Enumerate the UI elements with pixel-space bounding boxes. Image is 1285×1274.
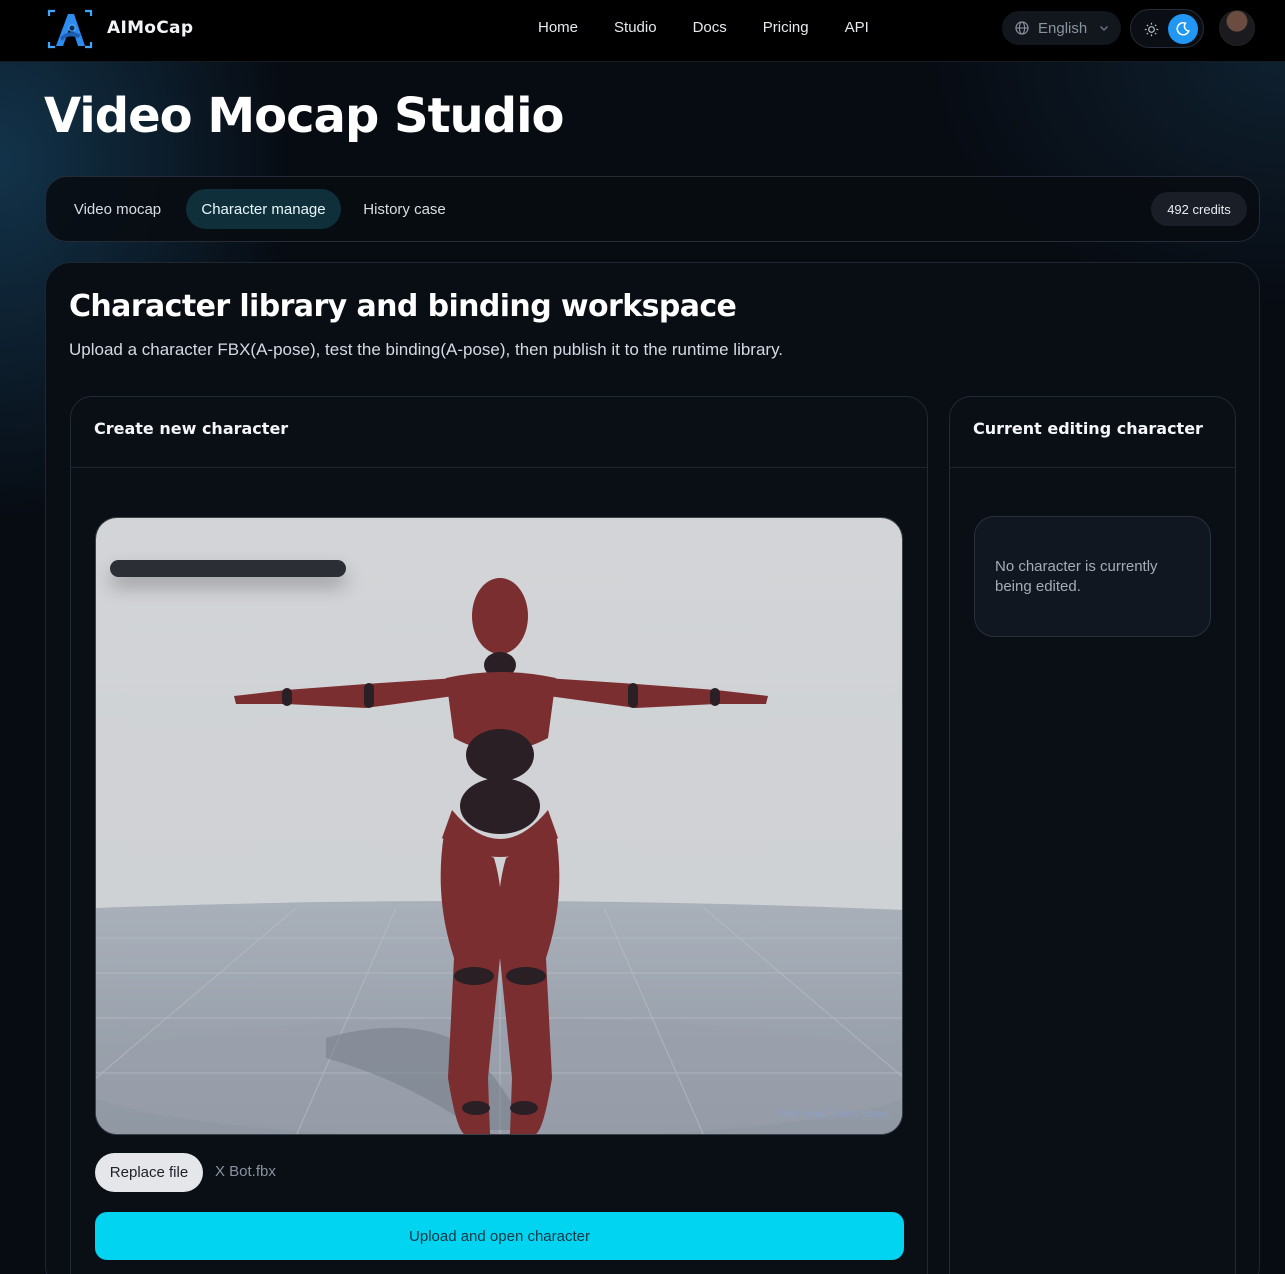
editing-card-title: Current editing character bbox=[973, 419, 1203, 438]
credits-badge: 492 credits bbox=[1151, 192, 1247, 226]
tab-history-case[interactable]: History case bbox=[352, 189, 457, 229]
user-avatar[interactable] bbox=[1219, 10, 1255, 46]
page-title: Video Mocap Studio bbox=[44, 88, 564, 144]
card-header: Create new character bbox=[71, 397, 927, 468]
main-nav: Home Studio Docs Pricing API bbox=[538, 19, 869, 36]
tab-video-mocap[interactable]: Video mocap bbox=[60, 189, 175, 229]
logo-icon[interactable] bbox=[45, 8, 95, 50]
empty-state-message: No character is currently being edited. bbox=[974, 516, 1211, 637]
nav-link-home[interactable]: Home bbox=[538, 19, 578, 36]
selected-file-name: X Bot.fbx bbox=[215, 1163, 276, 1180]
viewer-controls-hint: Orbit: drag / Zoom: wheel bbox=[776, 1109, 889, 1120]
globe-icon bbox=[1015, 21, 1029, 35]
tab-character-manage[interactable]: Character manage bbox=[186, 189, 341, 229]
theme-toggle[interactable] bbox=[1130, 9, 1204, 48]
upload-open-character-button[interactable]: Upload and open character bbox=[95, 1212, 904, 1260]
card-header: Current editing character bbox=[950, 397, 1235, 468]
loading-bar bbox=[110, 560, 346, 577]
brand-name[interactable]: AIMoCap bbox=[107, 18, 193, 38]
viewer-scene[interactable] bbox=[96, 518, 903, 1135]
language-selector[interactable]: English bbox=[1002, 11, 1121, 45]
top-navbar: AIMoCap Home Studio Docs Pricing API Eng… bbox=[0, 0, 1285, 62]
character-3d-viewer[interactable]: Orbit: drag / Zoom: wheel bbox=[95, 517, 903, 1135]
workspace-title: Character library and binding workspace bbox=[69, 289, 737, 324]
create-character-card: Create new character Orbit: drag / Zoom:… bbox=[70, 396, 928, 1274]
replace-file-button[interactable]: Replace file bbox=[95, 1153, 203, 1192]
nav-link-docs[interactable]: Docs bbox=[693, 19, 727, 36]
moon-icon[interactable] bbox=[1168, 14, 1198, 44]
nav-link-pricing[interactable]: Pricing bbox=[763, 19, 809, 36]
studio-tabbar: Video mocap Character manage History cas… bbox=[45, 176, 1260, 242]
current-editing-card: Current editing character No character i… bbox=[949, 396, 1236, 1274]
workspace-panel: Character library and binding workspace … bbox=[45, 262, 1260, 1274]
create-card-title: Create new character bbox=[94, 419, 289, 438]
nav-link-studio[interactable]: Studio bbox=[614, 19, 657, 36]
chevron-down-icon bbox=[1100, 26, 1109, 31]
nav-link-api[interactable]: API bbox=[845, 19, 869, 36]
language-label: English bbox=[1038, 19, 1088, 37]
sun-icon[interactable] bbox=[1144, 22, 1159, 37]
workspace-subtitle: Upload a character FBX(A-pose), test the… bbox=[69, 340, 784, 359]
